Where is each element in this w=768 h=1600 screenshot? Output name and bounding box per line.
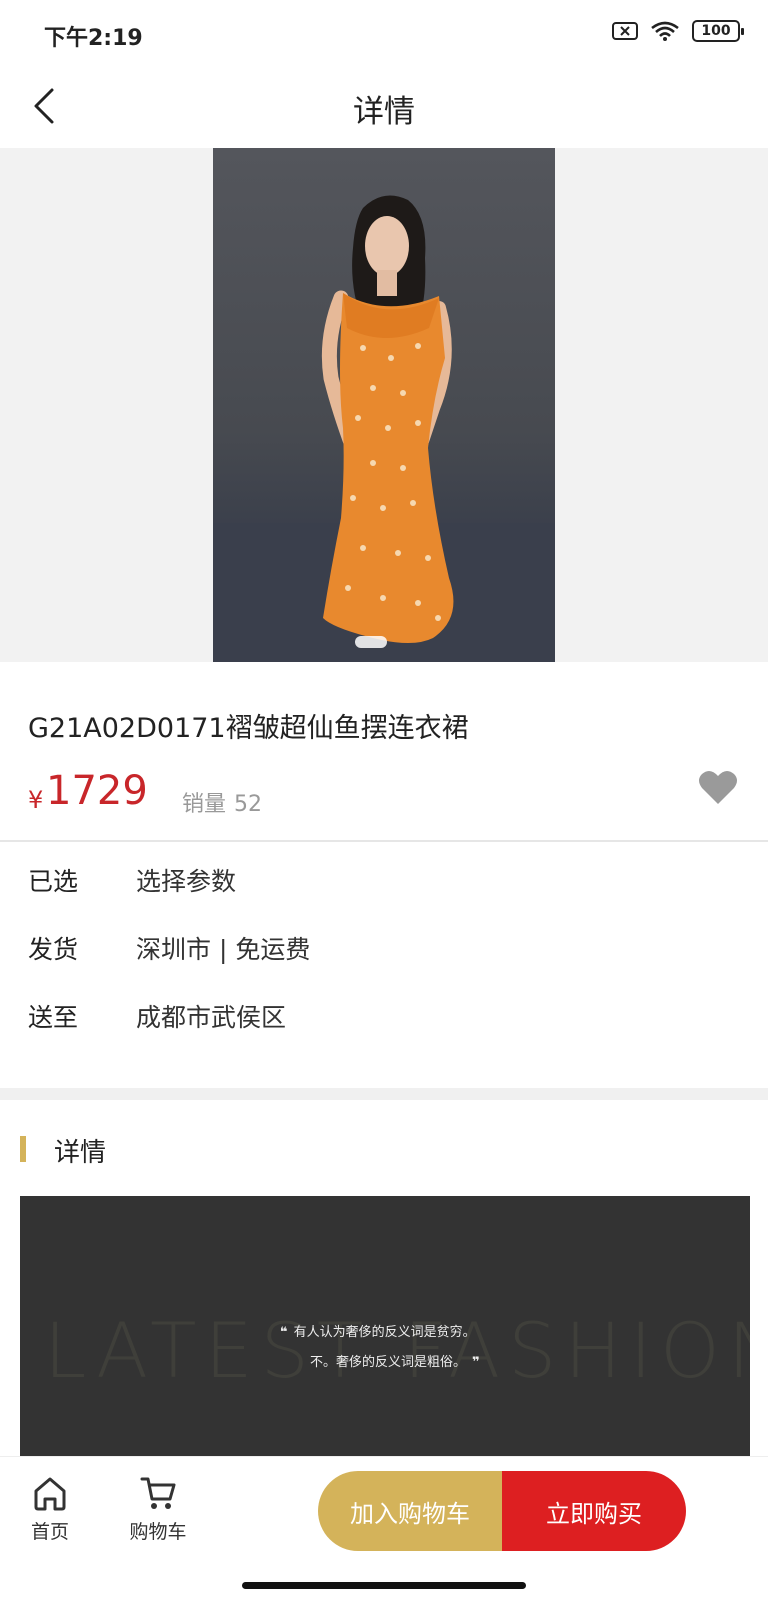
- no-sim-icon: [612, 21, 638, 41]
- product-name: G21A02D0171褶皱超仙鱼摆连衣裙: [28, 713, 469, 744]
- model-illustration: [213, 195, 555, 662]
- bottom-action-bar: 首页 购物车 加入购物车 立即购买: [0, 1456, 768, 1568]
- spec-value: 成都市武侯区: [136, 1003, 287, 1032]
- buy-now-button[interactable]: 立即购买: [502, 1471, 686, 1551]
- sales-count: 销量 52: [182, 786, 262, 818]
- tab-cart-label: 购物车: [129, 1521, 187, 1543]
- spec-row-shipping: 发货 深圳市 | 免运费: [28, 930, 728, 970]
- carousel-indicator: [355, 636, 387, 648]
- spec-value: 深圳市 | 免运费: [136, 935, 311, 964]
- heart-icon: [699, 770, 737, 804]
- battery-icon: 100: [692, 20, 744, 42]
- tab-home-label: 首页: [30, 1521, 69, 1543]
- tab-cart[interactable]: 购物车: [118, 1473, 198, 1544]
- cart-icon: [140, 1477, 176, 1509]
- tab-home[interactable]: 首页: [10, 1473, 90, 1544]
- spec-row-delivery[interactable]: 送至 成都市武侯区: [28, 998, 728, 1038]
- price-value: 1729: [46, 768, 148, 814]
- add-to-cart-button[interactable]: 加入购物车: [318, 1471, 502, 1551]
- product-image-carousel[interactable]: [0, 148, 768, 662]
- quote-close-icon: ❞: [472, 1355, 480, 1370]
- status-bar: 下午2:19 100: [0, 0, 768, 66]
- favorite-button[interactable]: [698, 768, 740, 810]
- sales-number: 52: [234, 792, 263, 817]
- navbar: 详情: [0, 66, 768, 148]
- detail-banner-image: LATEST FASHION ❝ 有人认为奢侈的反义词是贫穷。 不。奢侈的反义词是…: [20, 1196, 750, 1456]
- banner-quote-line1: ❝ 有人认为奢侈的反义词是贫穷。: [274, 1321, 476, 1340]
- product-photo: [213, 148, 555, 662]
- page-title: 详情: [353, 94, 415, 130]
- spec-row-selected[interactable]: 已选 选择参数: [28, 862, 728, 902]
- divider: [0, 840, 768, 842]
- spec-key: 送至: [28, 1003, 79, 1032]
- price-row: ¥ 1729 销量 52: [28, 768, 740, 828]
- section-accent-bar: [20, 1136, 26, 1162]
- section-separator: [0, 1088, 768, 1100]
- quote-text-2: 不。奢侈的反义词是粗俗。: [310, 1355, 467, 1370]
- home-icon: [34, 1477, 66, 1511]
- sales-label: 销量: [182, 792, 227, 817]
- banner-quote-line2: 不。奢侈的反义词是粗俗。 ❞: [310, 1351, 486, 1370]
- home-indicator: [242, 1582, 526, 1589]
- currency-symbol: ¥: [28, 786, 44, 814]
- spec-value: 选择参数: [136, 867, 237, 896]
- status-time: 下午2:19: [44, 26, 143, 51]
- spec-key: 已选: [28, 867, 79, 896]
- status-icons: 100: [612, 20, 744, 42]
- purchase-button-group: 加入购物车 立即购买: [318, 1471, 686, 1551]
- spec-key: 发货: [28, 935, 79, 964]
- quote-open-icon: ❝: [280, 1325, 288, 1340]
- quote-text-1: 有人认为奢侈的反义词是贫穷。: [293, 1325, 476, 1340]
- wifi-icon: [650, 20, 680, 42]
- section-title: 详情: [54, 1138, 107, 1168]
